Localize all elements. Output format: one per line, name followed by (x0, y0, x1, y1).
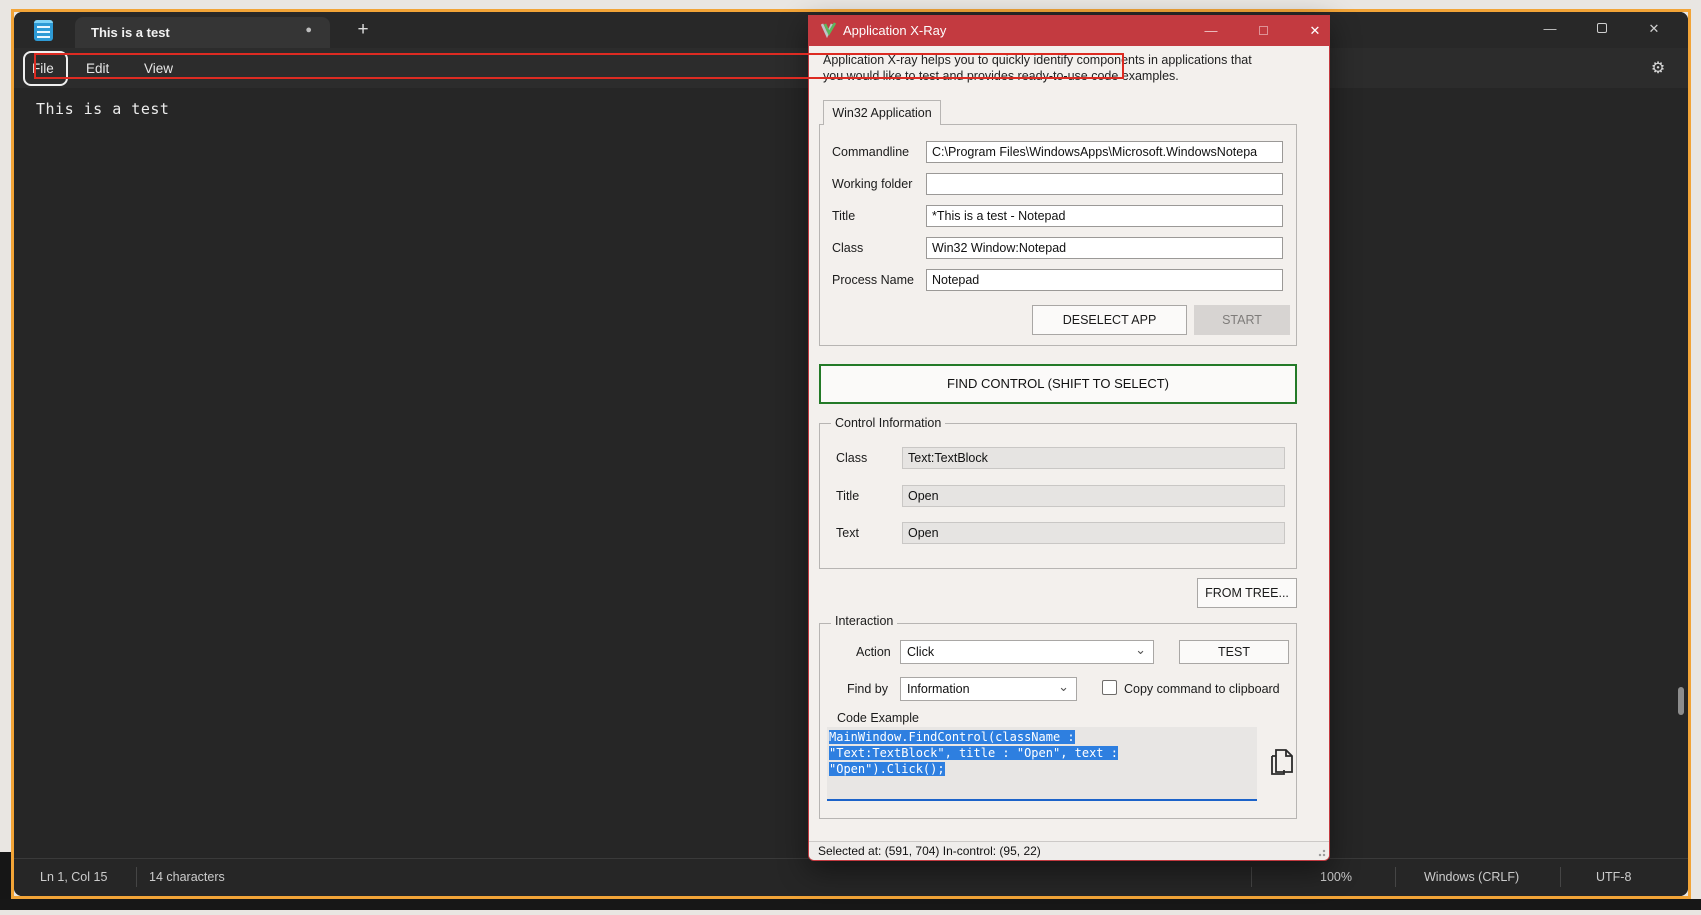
code-example-label: Code Example (837, 711, 919, 725)
screen: This is a test ● + — ✕ File Edit View ⚙ … (0, 0, 1701, 915)
tab-win32-application[interactable]: Win32 Application (823, 100, 941, 125)
chevron-down-icon: ⌄ (1135, 639, 1146, 661)
status-zoom[interactable]: 100% (1320, 870, 1352, 884)
find-by-label: Find by (847, 682, 888, 696)
test-button[interactable]: TEST (1179, 640, 1289, 664)
from-tree-button[interactable]: FROM TREE... (1197, 578, 1297, 608)
ci-title-field[interactable] (902, 485, 1285, 507)
xray-maximize-button[interactable] (1246, 16, 1280, 46)
notepad-close-button[interactable]: ✕ (1631, 12, 1677, 46)
process-name-input[interactable] (926, 269, 1283, 291)
status-encoding[interactable]: UTF-8 (1596, 870, 1631, 884)
copy-icon[interactable] (1266, 745, 1296, 784)
start-button[interactable]: START (1194, 305, 1290, 335)
desktop-dark-band (0, 899, 1701, 910)
xray-title-bar: Application X-Ray — ✕ (809, 16, 1329, 46)
win32-application-group: Commandline Working folder Title Class P… (819, 124, 1297, 346)
new-tab-button[interactable]: + (348, 16, 378, 46)
ci-title-label: Title (836, 489, 859, 503)
notepad-maximize-button[interactable] (1579, 12, 1625, 46)
notepad-minimize-button[interactable]: — (1527, 12, 1573, 46)
ci-class-label: Class (836, 451, 867, 465)
copy-command-checkbox[interactable] (1102, 680, 1117, 695)
copy-command-label: Copy command to clipboard (1124, 682, 1280, 696)
maximize-icon (1597, 23, 1607, 33)
title-label: Title (832, 209, 855, 223)
editor-text: This is a test (36, 100, 169, 118)
find-by-select[interactable]: Information ⌄ (900, 677, 1077, 701)
menu-file[interactable]: File (26, 57, 60, 81)
find-control-button[interactable]: FIND CONTROL (SHIFT TO SELECT) (819, 364, 1297, 404)
status-eol[interactable]: Windows (CRLF) (1424, 870, 1519, 884)
notepad-status-bar: Ln 1, Col 15 14 characters 100% Windows … (14, 858, 1688, 896)
commandline-input[interactable] (926, 141, 1283, 163)
title-input[interactable] (926, 205, 1283, 227)
status-line-col: Ln 1, Col 15 (40, 870, 107, 884)
selected-at-text: Selected at: (591, 704) In-control: (95,… (818, 844, 1041, 858)
menu-view[interactable]: View (138, 57, 179, 81)
unsaved-dot-icon: ● (305, 24, 312, 36)
ci-class-field[interactable] (902, 447, 1285, 469)
xray-window-title: Application X-Ray (843, 23, 946, 38)
xray-status-bar: Selected at: (591, 704) In-control: (95,… (809, 841, 1329, 860)
separator (1560, 867, 1561, 887)
commandline-label: Commandline (832, 145, 909, 159)
control-information-legend: Control Information (831, 416, 945, 430)
description-line-1: Application X-ray helps you to quickly i… (823, 52, 1293, 68)
scrollbar-thumb[interactable] (1678, 687, 1684, 715)
interaction-legend: Interaction (831, 614, 897, 628)
xray-window: Application X-Ray — ✕ Application X-ray … (808, 15, 1330, 861)
separator (1395, 867, 1396, 887)
class-label: Class (832, 241, 863, 255)
menu-edit[interactable]: Edit (80, 57, 115, 81)
code-line: "Text:TextBlock", title : "Open", text : (829, 746, 1118, 760)
separator (136, 867, 137, 887)
deselect-app-button[interactable]: DESELECT APP (1032, 305, 1187, 335)
maximize-icon (1259, 26, 1268, 35)
code-line: MainWindow.FindControl(className : (829, 730, 1075, 744)
control-information-group: Class Title Text (819, 423, 1297, 569)
resize-grip-icon[interactable] (1318, 849, 1326, 857)
process-name-label: Process Name (832, 273, 914, 287)
notepad-icon (34, 20, 53, 41)
description-line-2: you would like to test and provides read… (823, 68, 1293, 84)
action-value: Click (907, 645, 934, 659)
working-folder-label: Working folder (832, 177, 912, 191)
class-input[interactable] (926, 237, 1283, 259)
settings-gear-icon[interactable]: ⚙ (1644, 56, 1672, 82)
xray-minimize-button[interactable]: — (1194, 16, 1228, 46)
xray-close-button[interactable]: ✕ (1298, 16, 1332, 46)
tab-title: This is a test (91, 25, 170, 40)
code-example-textarea[interactable]: MainWindow.FindControl(className : "Text… (827, 727, 1257, 801)
notepad-tab[interactable]: This is a test ● (75, 17, 330, 48)
working-folder-input[interactable] (926, 173, 1283, 195)
ci-text-field[interactable] (902, 522, 1285, 544)
action-select[interactable]: Click ⌄ (900, 640, 1154, 664)
xray-logo-icon (821, 22, 838, 41)
xray-description: Application X-ray helps you to quickly i… (823, 52, 1293, 84)
status-characters: 14 characters (149, 870, 225, 884)
separator (1251, 867, 1252, 887)
ci-text-label: Text (836, 526, 859, 540)
chevron-down-icon: ⌄ (1058, 676, 1069, 698)
find-by-value: Information (907, 682, 970, 696)
code-line: "Open").Click(); (829, 762, 945, 776)
action-label: Action (856, 645, 891, 659)
